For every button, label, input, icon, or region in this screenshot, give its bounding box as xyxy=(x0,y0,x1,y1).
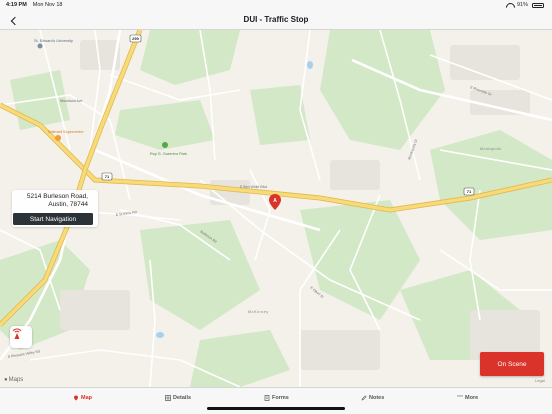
battery-icon xyxy=(532,2,544,8)
tab-label: Forms xyxy=(272,395,289,401)
tab-label: Details xyxy=(173,395,192,401)
park-icon xyxy=(162,142,168,148)
shield-290: 290 xyxy=(132,36,139,41)
shield-71-east: 71 xyxy=(467,189,472,194)
tab-label: Notes xyxy=(369,395,385,401)
maps-attribution: ● Maps xyxy=(4,377,23,383)
water xyxy=(307,61,313,69)
address-line-2: Austin, 78744 xyxy=(48,201,88,208)
location-pin-marker: A xyxy=(269,194,281,210)
tab-map[interactable]: Map xyxy=(73,395,92,401)
svg-text:Roy G. Guerrero Park: Roy G. Guerrero Park xyxy=(150,152,187,156)
tab-notes[interactable]: Notes xyxy=(361,395,384,401)
pencil-icon xyxy=(361,395,367,401)
tab-forms[interactable]: Forms xyxy=(264,395,289,401)
wifi-icon xyxy=(506,3,513,8)
status-bar: 4:19 PM Mon Nov 18 91% xyxy=(0,0,552,11)
svg-text:E Ben White Blvd: E Ben White Blvd xyxy=(240,185,267,189)
start-navigation-button[interactable]: Start Navigation xyxy=(13,213,93,225)
battery-percent: 91% xyxy=(516,2,528,8)
tab-label: Map xyxy=(81,395,92,401)
map-pin-icon xyxy=(74,395,78,401)
water xyxy=(156,332,164,338)
svg-text:A: A xyxy=(273,198,277,204)
status-date: Mon Nov 18 xyxy=(32,2,63,8)
navigation-bar: DUI - Traffic Stop xyxy=(0,11,552,30)
status-left: 4:19 PM Mon Nov 18 xyxy=(6,2,62,8)
svg-text:Woodland Ave: Woodland Ave xyxy=(60,99,82,103)
maps-logo-text: Maps xyxy=(8,377,24,383)
tab-label: More xyxy=(465,395,479,401)
map-view[interactable]: 290 71 71 E Riverside Dr Woodland Ave Bu… xyxy=(0,30,552,387)
home-indicator xyxy=(207,407,345,410)
location-tower-icon xyxy=(12,328,22,339)
forms-doc-icon xyxy=(264,395,270,401)
tab-details[interactable]: Details xyxy=(165,395,191,401)
address-card: 5214 Burleson Road, Austin, 78744 Start … xyxy=(12,190,98,227)
shopping-icon xyxy=(55,135,61,141)
svg-text:Montopolis: Montopolis xyxy=(480,147,501,151)
legal-link[interactable]: Legal xyxy=(535,378,545,383)
details-grid-icon xyxy=(165,395,171,401)
svg-text:Walmart Supercenter: Walmart Supercenter xyxy=(48,130,84,134)
university-icon xyxy=(37,43,43,49)
apple-logo-icon: ● xyxy=(4,377,8,383)
status-time: 4:19 PM xyxy=(6,2,27,8)
svg-text:St. Edward's University: St. Edward's University xyxy=(34,39,73,43)
address-line-1: 5214 Burleson Road, xyxy=(26,193,88,200)
ellipsis-icon: ⋯ xyxy=(457,394,463,400)
current-location-button[interactable] xyxy=(10,326,32,348)
tab-more[interactable]: ⋯ More xyxy=(457,394,479,401)
on-scene-button[interactable]: On Scene xyxy=(480,352,544,376)
svg-text:McKinney: McKinney xyxy=(248,310,269,314)
svg-text:Montopolis Dr: Montopolis Dr xyxy=(407,138,418,160)
page-title: DUI - Traffic Stop xyxy=(243,15,309,24)
shield-71-west: 71 xyxy=(105,174,110,179)
status-right: 91% xyxy=(506,2,544,8)
svg-text:S Pleasant Valley Rd: S Pleasant Valley Rd xyxy=(7,349,40,359)
